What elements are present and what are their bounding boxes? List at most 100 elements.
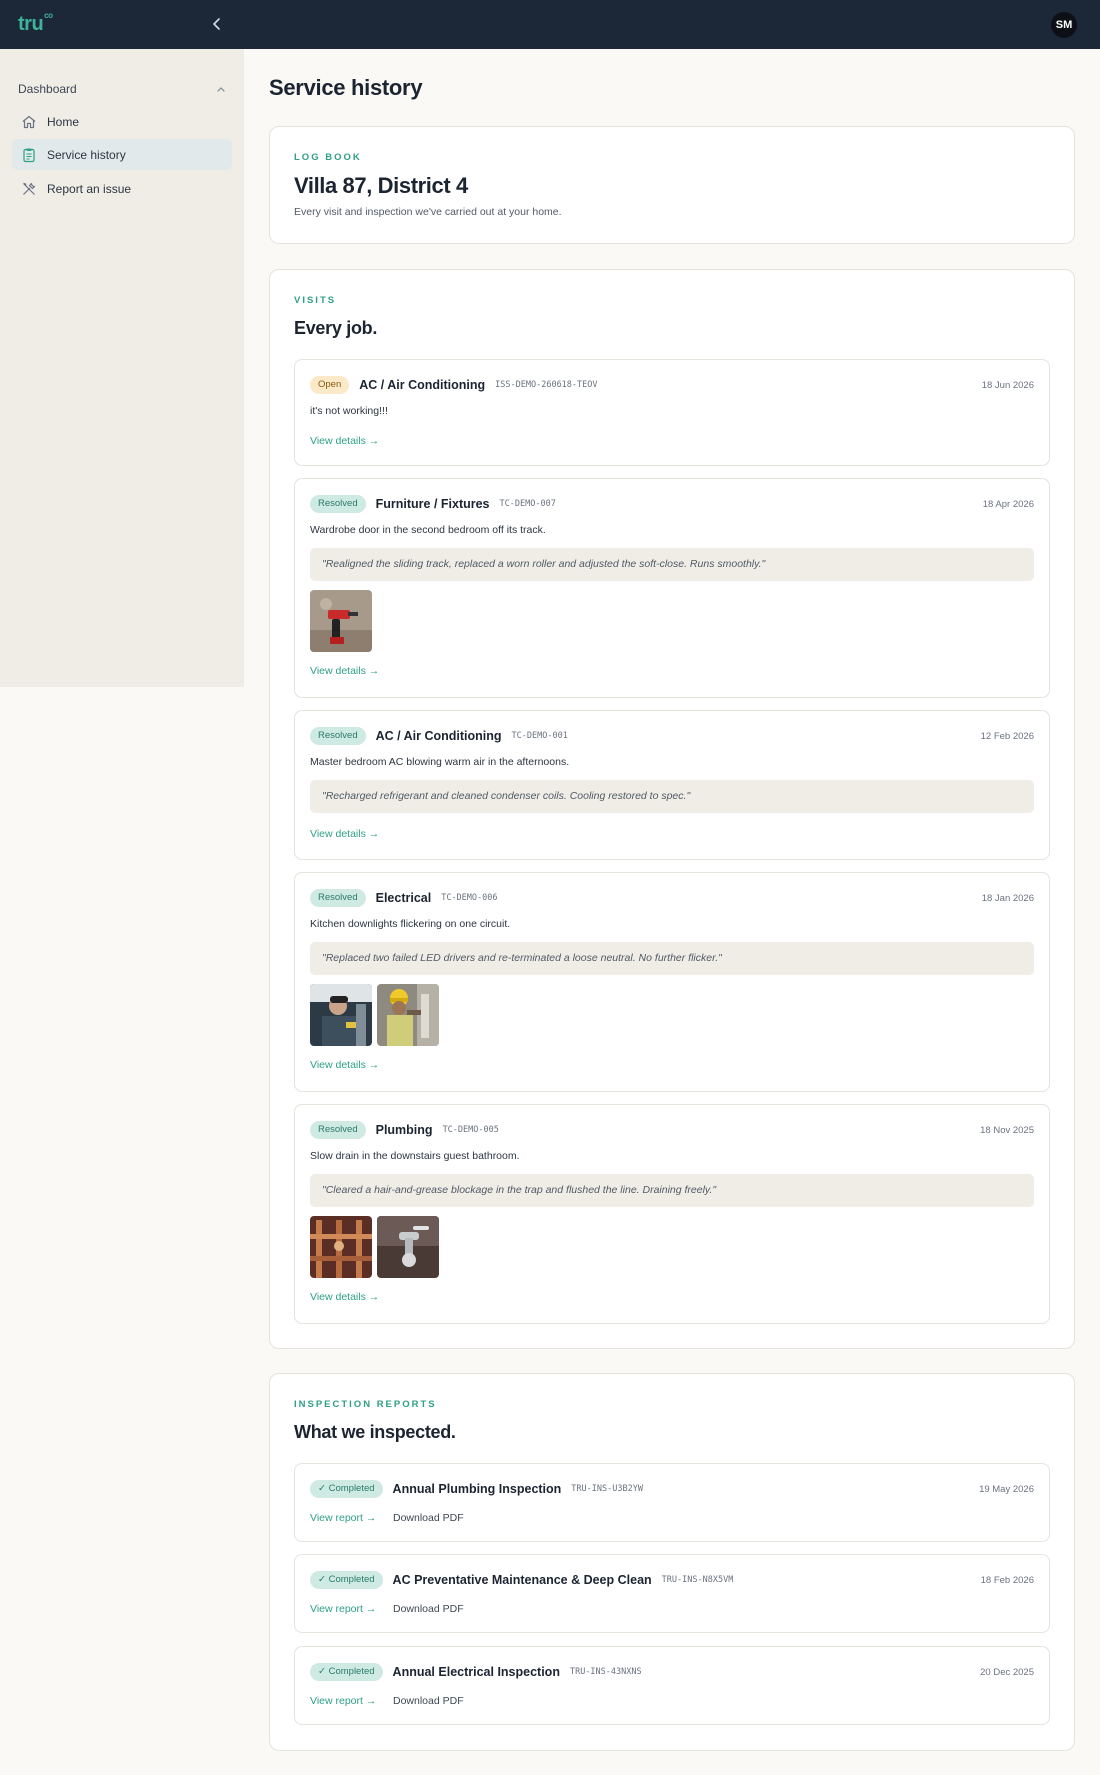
inspection-title: Annual Electrical Inspection [392, 1665, 560, 1679]
download-pdf-link[interactable]: Download PDF [393, 1695, 464, 1707]
visit-description: Kitchen downlights flickering on one cir… [310, 918, 511, 930]
visit-description: Slow drain in the downstairs guest bathr… [310, 1150, 520, 1162]
visit-item: Resolved Electrical TC-DEMO-006 18 Jan 2… [294, 872, 1050, 1092]
technician-note: "Recharged refrigerant and cleaned conde… [310, 780, 1034, 813]
visit-photo[interactable] [377, 984, 439, 1046]
logbook-card: LOG BOOK Villa 87, District 4 Every visi… [269, 126, 1075, 244]
sidebar-item-service-history[interactable]: Service history [12, 139, 232, 170]
inspection-header: ✓ Completed Annual Electrical Inspection… [310, 1663, 642, 1681]
download-pdf-link[interactable]: Download PDF [393, 1512, 464, 1524]
visit-description: Master bedroom AC blowing warm air in th… [310, 756, 570, 768]
visit-header: Resolved AC / Air Conditioning TC-DEMO-0… [310, 727, 568, 745]
status-badge: ✓ Completed [310, 1571, 383, 1589]
visit-description: it's not working!!! [310, 405, 388, 417]
sidebar-item-report-issue[interactable]: Report an issue [12, 173, 232, 204]
inspection-code: TRU-INS-43NXNS [569, 1667, 642, 1677]
logbook-subtitle: Every visit and inspection we've carried… [294, 206, 562, 218]
status-badge: Resolved [310, 1121, 366, 1139]
visit-item: Resolved Plumbing TC-DEMO-005 18 Nov 202… [294, 1104, 1050, 1324]
view-details-link[interactable]: View details → [310, 435, 379, 447]
inspection-header: ✓ Completed AC Preventative Maintenance … [310, 1571, 733, 1589]
inspections-card: INSPECTION REPORTS What we inspected. ✓ … [269, 1373, 1075, 1751]
inspection-date: 19 May 2026 [979, 1484, 1034, 1495]
view-details-link[interactable]: View details → [310, 665, 379, 677]
inspection-date: 18 Feb 2026 [980, 1575, 1034, 1586]
visit-item: Resolved AC / Air Conditioning TC-DEMO-0… [294, 710, 1050, 860]
visit-category: Electrical [375, 891, 432, 905]
view-details-link[interactable]: View details → [310, 1291, 379, 1303]
visit-item: Resolved Furniture / Fixtures TC-DEMO-00… [294, 478, 1050, 698]
visit-item: Open AC / Air Conditioning ISS-DEMO-2606… [294, 359, 1050, 466]
visit-code: TC-DEMO-006 [441, 893, 498, 903]
visit-description: Wardrobe door in the second bedroom off … [310, 524, 546, 536]
inspection-code: TRU-INS-U3B2YW [571, 1484, 643, 1494]
visit-date: 18 Jun 2026 [981, 380, 1034, 391]
sidebar-item-home[interactable]: Home [12, 106, 232, 137]
avatar[interactable]: SM [1051, 12, 1077, 38]
inspection-code: TRU-INS-N8X5VM [661, 1575, 734, 1585]
status-badge: ✓ Completed [310, 1480, 383, 1498]
visit-date: 18 Apr 2026 [982, 499, 1034, 510]
view-details-link[interactable]: View details → [310, 1059, 379, 1071]
view-report-link[interactable]: View report → [310, 1603, 376, 1615]
sidebar-section-dashboard[interactable]: Dashboard [18, 82, 226, 96]
status-badge: Resolved [310, 495, 366, 513]
visits-card: VISITS Every job. Open AC / Air Conditio… [269, 269, 1075, 1349]
sidebar-section-label: Dashboard [18, 82, 77, 96]
sidebar: Dashboard Home Service history Report an… [0, 49, 244, 687]
visits-eyebrow: VISITS [294, 295, 337, 306]
logo-text: tru [18, 13, 44, 35]
status-badge: Resolved [310, 727, 366, 745]
visit-code: TC-DEMO-005 [442, 1125, 499, 1135]
technician-note: "Realigned the sliding track, replaced a… [310, 548, 1034, 581]
inspections-title: What we inspected. [294, 1422, 456, 1442]
visit-header: Open AC / Air Conditioning ISS-DEMO-2606… [310, 376, 598, 394]
inspection-item: ✓ Completed Annual Plumbing Inspection T… [294, 1463, 1050, 1542]
collapse-sidebar-button[interactable] [206, 13, 228, 35]
visit-date: 18 Jan 2026 [981, 893, 1034, 904]
visit-code: TC-DEMO-007 [499, 499, 556, 509]
visit-photo[interactable] [310, 1216, 372, 1278]
status-badge: Resolved [310, 889, 366, 907]
visit-header: Resolved Electrical TC-DEMO-006 [310, 889, 498, 907]
view-details-link[interactable]: View details → [310, 828, 379, 840]
inspection-item: ✓ Completed Annual Electrical Inspection… [294, 1646, 1050, 1725]
visit-header: Resolved Plumbing TC-DEMO-005 [310, 1121, 499, 1139]
inspection-title: AC Preventative Maintenance & Deep Clean [392, 1573, 652, 1587]
page-title: Service history [269, 75, 423, 100]
tools-icon [20, 180, 38, 198]
visit-code: TC-DEMO-001 [511, 731, 568, 741]
clipboard-icon [20, 146, 38, 164]
visit-photo[interactable] [377, 1216, 439, 1278]
inspection-header: ✓ Completed Annual Plumbing Inspection T… [310, 1480, 643, 1498]
visit-header: Resolved Furniture / Fixtures TC-DEMO-00… [310, 495, 556, 513]
view-report-link[interactable]: View report → [310, 1695, 376, 1707]
visit-photo[interactable] [310, 590, 372, 652]
logo[interactable]: truco [18, 11, 53, 36]
visit-photo[interactable] [310, 984, 372, 1046]
visits-title: Every job. [294, 318, 378, 338]
status-badge: ✓ Completed [310, 1663, 383, 1681]
chevron-up-icon [217, 87, 225, 92]
inspection-item: ✓ Completed AC Preventative Maintenance … [294, 1554, 1050, 1633]
visit-date: 18 Nov 2025 [980, 1125, 1034, 1136]
download-pdf-link[interactable]: Download PDF [393, 1603, 464, 1615]
visit-date: 12 Feb 2026 [980, 731, 1034, 742]
logo-superscript: co [44, 11, 53, 21]
status-badge: Open [310, 376, 350, 394]
property-title: Villa 87, District 4 [294, 173, 468, 198]
visit-category: Plumbing [375, 1123, 433, 1137]
visit-category: Furniture / Fixtures [375, 497, 490, 511]
visit-code: ISS-DEMO-260618-TEOV [495, 380, 598, 390]
view-report-link[interactable]: View report → [310, 1512, 376, 1524]
sidebar-item-label: Home [47, 114, 80, 129]
technician-note: "Replaced two failed LED drivers and re-… [310, 942, 1034, 975]
chevron-left-icon [213, 18, 220, 30]
inspections-eyebrow: INSPECTION REPORTS [294, 1399, 437, 1410]
top-bar: truco SM [0, 0, 1100, 49]
visit-category: AC / Air Conditioning [375, 729, 502, 743]
inspection-date: 20 Dec 2025 [980, 1667, 1034, 1678]
logbook-eyebrow: LOG BOOK [294, 152, 362, 163]
sidebar-item-label: Service history [47, 147, 126, 162]
inspection-title: Annual Plumbing Inspection [392, 1482, 562, 1496]
